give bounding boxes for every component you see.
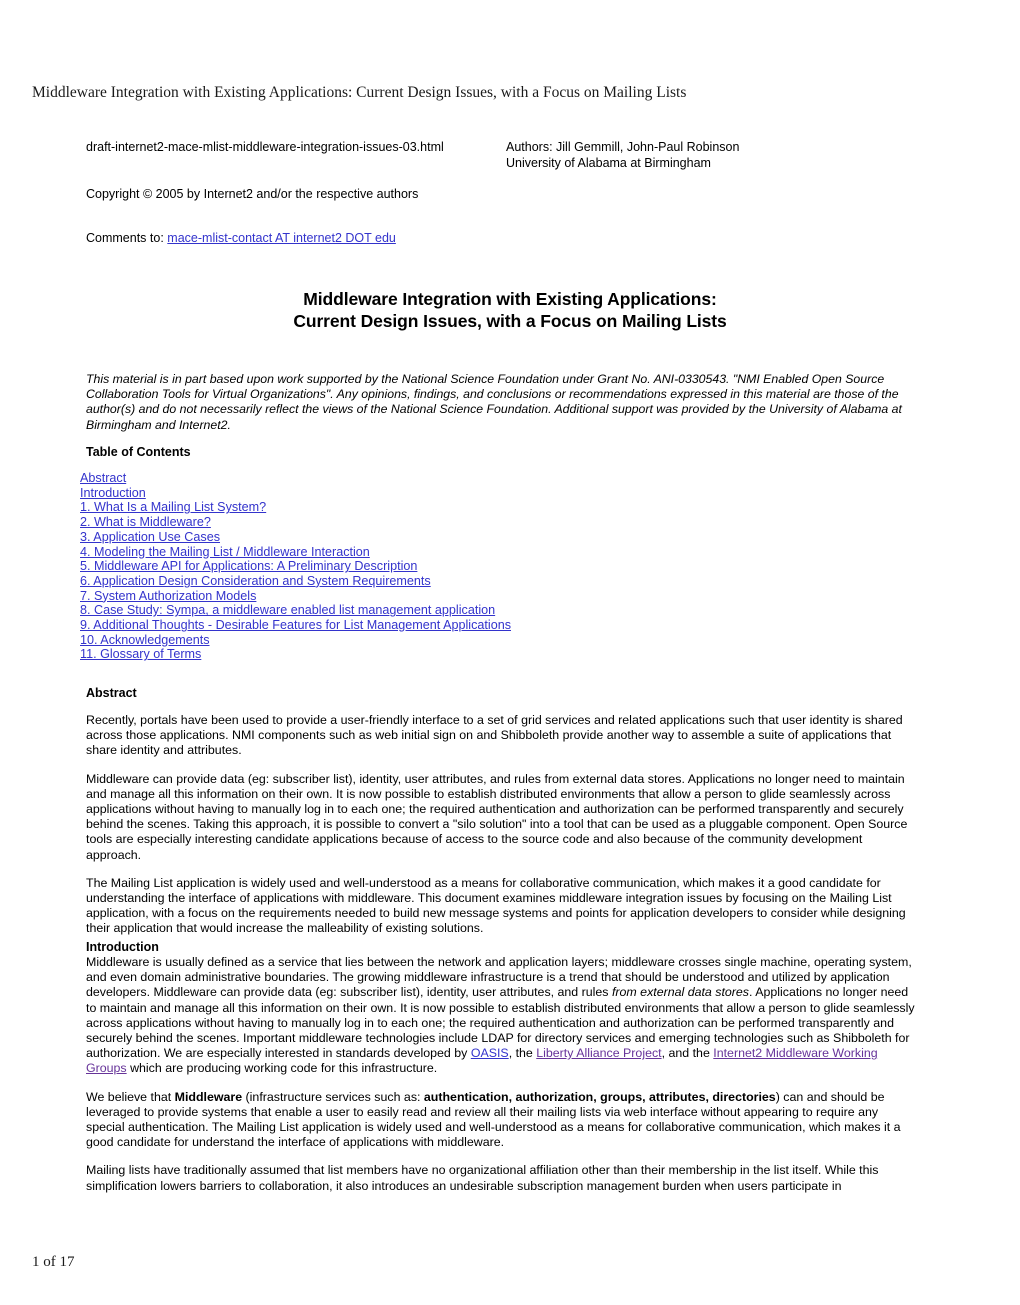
intro-p2-strong-services: authentication, authorization, groups, a… <box>423 1089 776 1104</box>
introduction-paragraph-3: Mailing lists have traditionally assumed… <box>86 1163 879 1193</box>
intro-p2-text-b: (infrastructure services such as: <box>242 1089 424 1104</box>
toc-link-section-5[interactable]: 5. Middleware API for Applications: A Pr… <box>80 559 417 574</box>
introduction-section: Introduction Middleware is usually defin… <box>86 940 918 1194</box>
introduction-paragraph-2: We believe that Middleware (infrastructu… <box>86 1090 918 1151</box>
abstract-section: Abstract Recently, portals have been use… <box>86 686 918 937</box>
toc-link-section-10[interactable]: 10. Acknowledgements <box>80 633 210 648</box>
document-title-line-2: Current Design Issues, with a Focus on M… <box>293 311 727 331</box>
document-meta-block: draft-internet2-mace-mlist-middleware-in… <box>86 140 946 171</box>
intro-p1-text-e: which are producing working code for thi… <box>126 1061 438 1076</box>
intro-p2-text-a: We believe that <box>86 1089 175 1104</box>
liberty-alliance-project-link[interactable]: Liberty Alliance Project <box>536 1046 661 1060</box>
comments-contact-link[interactable]: mace-mlist-contact AT internet2 DOT edu <box>167 231 396 245</box>
toc-list: Abstract Introduction 1. What Is a Maili… <box>80 471 780 662</box>
toc-link-section-6[interactable]: 6. Application Design Consideration and … <box>80 574 431 589</box>
funding-acknowledgement: This material is in part based upon work… <box>86 372 902 432</box>
abstract-paragraph-3: The Mailing List application is widely u… <box>86 875 906 936</box>
meta-row: draft-internet2-mace-mlist-middleware-in… <box>86 140 946 171</box>
document-title-line-1: Middleware Integration with Existing App… <box>303 289 717 309</box>
authors-block: Authors: Jill Gemmill, John-Paul Robinso… <box>506 140 739 171</box>
authors-line: Authors: Jill Gemmill, John-Paul Robinso… <box>506 140 740 154</box>
toc-link-section-4[interactable]: 4. Modeling the Mailing List / Middlewar… <box>80 545 370 560</box>
toc-link-section-11[interactable]: 11. Glossary of Terms <box>80 647 201 662</box>
introduction-heading: Introduction <box>86 940 159 954</box>
document-page: Middleware Integration with Existing App… <box>0 0 1020 1305</box>
toc-heading: Table of Contents <box>86 445 191 459</box>
intro-p1-text-d: , and the <box>661 1046 714 1061</box>
comments-line: Comments to: mace-mlist-contact AT inter… <box>86 231 396 246</box>
page-number-footer: 1 of 17 <box>32 1254 75 1270</box>
abstract-paragraph-1: Recently, portals have been used to prov… <box>86 713 903 758</box>
copyright-line: Copyright © 2005 by Internet2 and/or the… <box>86 187 419 201</box>
toc-link-section-8[interactable]: 8. Case Study: Sympa, a middleware enabl… <box>80 603 495 618</box>
intro-p1-emphasis: from external data stores <box>611 985 750 1000</box>
intro-p2-strong-middleware: Middleware <box>174 1089 243 1104</box>
oasis-link[interactable]: OASIS <box>471 1046 509 1060</box>
toc-link-section-2[interactable]: 2. What is Middleware? <box>80 515 211 530</box>
toc-link-abstract[interactable]: Abstract <box>80 471 126 486</box>
document-title: Middleware Integration with Existing App… <box>0 288 1020 332</box>
draft-filename: draft-internet2-mace-mlist-middleware-in… <box>86 140 444 154</box>
abstract-heading: Abstract <box>86 686 137 700</box>
toc-link-section-3[interactable]: 3. Application Use Cases <box>80 530 220 545</box>
toc-link-section-7[interactable]: 7. System Authorization Models <box>80 589 256 604</box>
toc-link-introduction[interactable]: Introduction <box>80 486 146 501</box>
running-header: Middleware Integration with Existing App… <box>32 84 687 101</box>
affiliation-line: University of Alabama at Birmingham <box>506 155 711 170</box>
intro-p1-text-c: , the <box>508 1046 537 1061</box>
introduction-paragraph-1: Middleware is usually defined as a servi… <box>86 955 918 1077</box>
abstract-paragraph-2: Middleware can provide data (eg: subscri… <box>86 771 908 862</box>
toc-link-section-9[interactable]: 9. Additional Thoughts - Desirable Featu… <box>80 618 511 633</box>
toc-link-section-1[interactable]: 1. What Is a Mailing List System? <box>80 500 266 515</box>
comments-label: Comments to: <box>86 231 164 245</box>
